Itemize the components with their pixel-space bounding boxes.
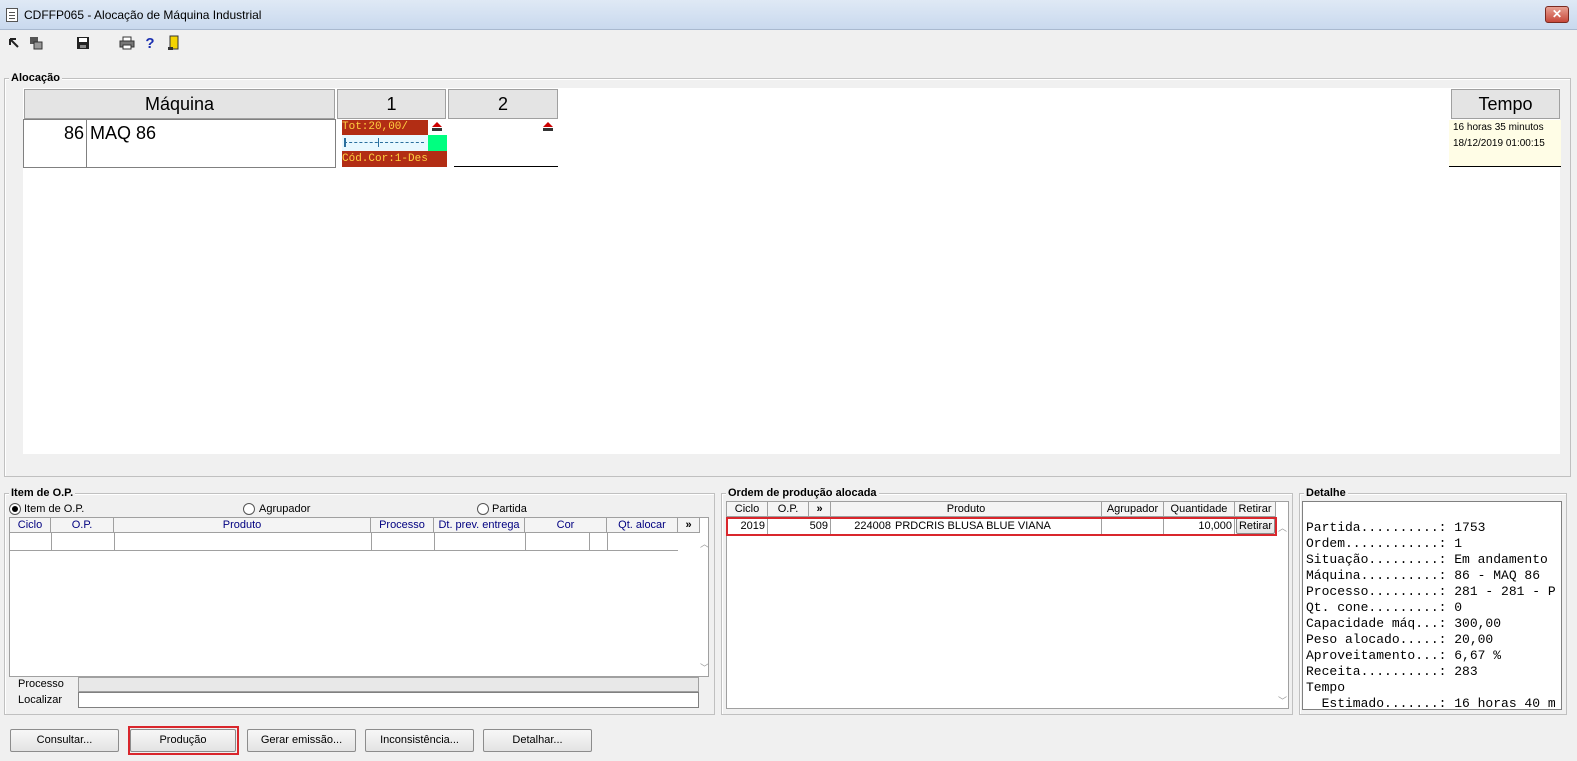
save-icon[interactable]	[75, 35, 91, 51]
slot-1-total: Tot:20,00/	[342, 120, 428, 135]
detalhe-line: Estimado.......: 16 horas 40 m	[1306, 696, 1556, 710]
app-icon	[6, 8, 18, 22]
detalhe-line: Aproveitamento...: 6,67 %	[1306, 648, 1502, 663]
table-row-empty[interactable]	[10, 533, 678, 551]
item-op-label: Item de O.P.	[9, 487, 76, 499]
detalhe-line: Tempo	[1306, 680, 1346, 695]
slot-2-allocation[interactable]	[454, 120, 558, 167]
help-icon[interactable]: ?	[142, 35, 158, 52]
detalhe-line: Processo.........: 281 - 281 - P	[1306, 584, 1556, 599]
detalhe-panel: Partida..........: 1753 Ordem............…	[1302, 501, 1562, 710]
gerar-emissao-button[interactable]: Gerar emissão...	[247, 729, 356, 752]
header-slot-1[interactable]: 1	[337, 89, 446, 119]
detalhe-line: Situação.........: Em andamento	[1306, 552, 1548, 567]
detalhe-line: Qt. cone.........: 0	[1306, 600, 1463, 615]
ordem-producao-label: Ordem de produção alocada	[726, 487, 879, 499]
col-retirar[interactable]: Retirar	[1235, 502, 1276, 517]
inconsistencia-button[interactable]: Inconsistência...	[365, 729, 474, 752]
scroll-down-icon[interactable]: ﹀	[700, 661, 709, 674]
radio-item-op-label: Item de O.P.	[24, 503, 85, 515]
close-button[interactable]: ✕	[1545, 6, 1569, 23]
col-expand[interactable]: »	[678, 518, 700, 533]
title-bar: CDFFP065 - Alocação de Máquina Industria…	[0, 0, 1577, 30]
print-icon[interactable]	[119, 35, 135, 51]
detalhe-line: Receita..........: 283	[1306, 664, 1478, 679]
exit-door-icon[interactable]	[166, 35, 182, 51]
slot-1-allocation[interactable]: Tot:20,00/ Cód.Cor:1-Des	[342, 120, 447, 167]
enter-icon[interactable]	[6, 35, 22, 51]
item-op-table[interactable]: Ciclo O.P. Produto Processo Dt. prev. en…	[9, 517, 709, 677]
detalhe-line: Máquina..........: 86 - MAQ 86	[1306, 568, 1541, 583]
producao-highlight	[128, 726, 239, 755]
scroll-up-icon[interactable]: ︿	[700, 537, 709, 550]
slot-2-eject-icon[interactable]	[540, 120, 556, 135]
window-title: CDFFP065 - Alocação de Máquina Industria…	[24, 8, 262, 22]
toolbar: ?	[0, 31, 1577, 55]
col-agrupador[interactable]: Agrupador	[1102, 502, 1164, 517]
tempo-duration: 16 horas 35 minutos	[1453, 122, 1544, 133]
machine-name: MAQ 86	[90, 123, 157, 143]
detalhe-line: Partida..........: 1753	[1306, 520, 1486, 535]
col-ciclo[interactable]: Ciclo	[727, 502, 768, 517]
tempo-cell: 16 horas 35 minutos 18/12/2019 01:00:15	[1449, 120, 1561, 167]
col-op[interactable]: O.P.	[51, 518, 114, 533]
detalhe-line: Ordem............: 1	[1306, 536, 1463, 551]
radio-item-op[interactable]: Item de O.P.	[9, 503, 89, 517]
processo-field	[78, 677, 699, 692]
col-qt-alocar[interactable]: Qt. alocar	[607, 518, 678, 533]
consultar-button[interactable]: Consultar...	[10, 729, 119, 752]
radio-partida-label: Partida	[492, 503, 527, 515]
slot-1-status-indicator	[428, 135, 447, 151]
detalhe-label: Detalhe	[1304, 487, 1348, 499]
detalhar-button[interactable]: Detalhar...	[483, 729, 592, 752]
windows-icon[interactable]	[28, 35, 44, 51]
radio-agrupador[interactable]: Agrupador	[243, 503, 323, 517]
col-produto[interactable]: Produto	[114, 518, 371, 533]
alocacao-label: Alocação	[9, 72, 62, 84]
localizar-label: Localizar	[18, 694, 63, 706]
detalhe-lines: Partida..........: 1753 Ordem............…	[1306, 504, 1556, 710]
col-expand[interactable]: »	[809, 502, 831, 517]
col-cor[interactable]: Cor	[525, 518, 607, 533]
col-produto[interactable]: Produto	[831, 502, 1102, 517]
radio-partida-button[interactable]	[477, 503, 489, 515]
radio-partida[interactable]: Partida	[477, 503, 537, 517]
header-slot-2[interactable]: 2	[448, 89, 558, 119]
col-op[interactable]: O.P.	[768, 502, 809, 517]
detalhe-line: Peso alocado.....: 20,00	[1306, 632, 1494, 647]
ordem-producao-table[interactable]: Ciclo O.P. » Produto Agrupador Quantidad…	[726, 501, 1289, 709]
col-ciclo[interactable]: Ciclo	[10, 518, 51, 533]
scroll-up-icon[interactable]: ︿	[1278, 521, 1287, 534]
col-dt-prev-entrega[interactable]: Dt. prev. entrega	[434, 518, 525, 533]
processo-label: Processo	[18, 678, 64, 690]
machine-code: 86	[24, 120, 87, 167]
slot-1-eject-icon[interactable]	[428, 120, 447, 135]
tempo-datetime: 18/12/2019 01:00:15	[1453, 138, 1545, 149]
slot-1-progress	[342, 135, 428, 151]
col-processo[interactable]: Processo	[371, 518, 434, 533]
row-highlight	[726, 517, 1277, 536]
slot-1-color-code: Cód.Cor:1-Des	[342, 151, 447, 167]
scroll-down-icon[interactable]: ﹀	[1278, 694, 1287, 707]
machine-row[interactable]: 86 MAQ 86	[23, 119, 336, 168]
header-tempo[interactable]: Tempo	[1451, 89, 1560, 119]
localizar-input[interactable]	[78, 692, 699, 708]
radio-agrupador-label: Agrupador	[259, 503, 311, 515]
detalhe-line: Capacidade máq...: 300,00	[1306, 616, 1502, 631]
radio-item-op-button[interactable]	[9, 503, 21, 515]
radio-agrupador-button[interactable]	[243, 503, 255, 515]
header-maquina[interactable]: Máquina	[24, 89, 335, 119]
col-quantidade[interactable]: Quantidade	[1164, 502, 1235, 517]
